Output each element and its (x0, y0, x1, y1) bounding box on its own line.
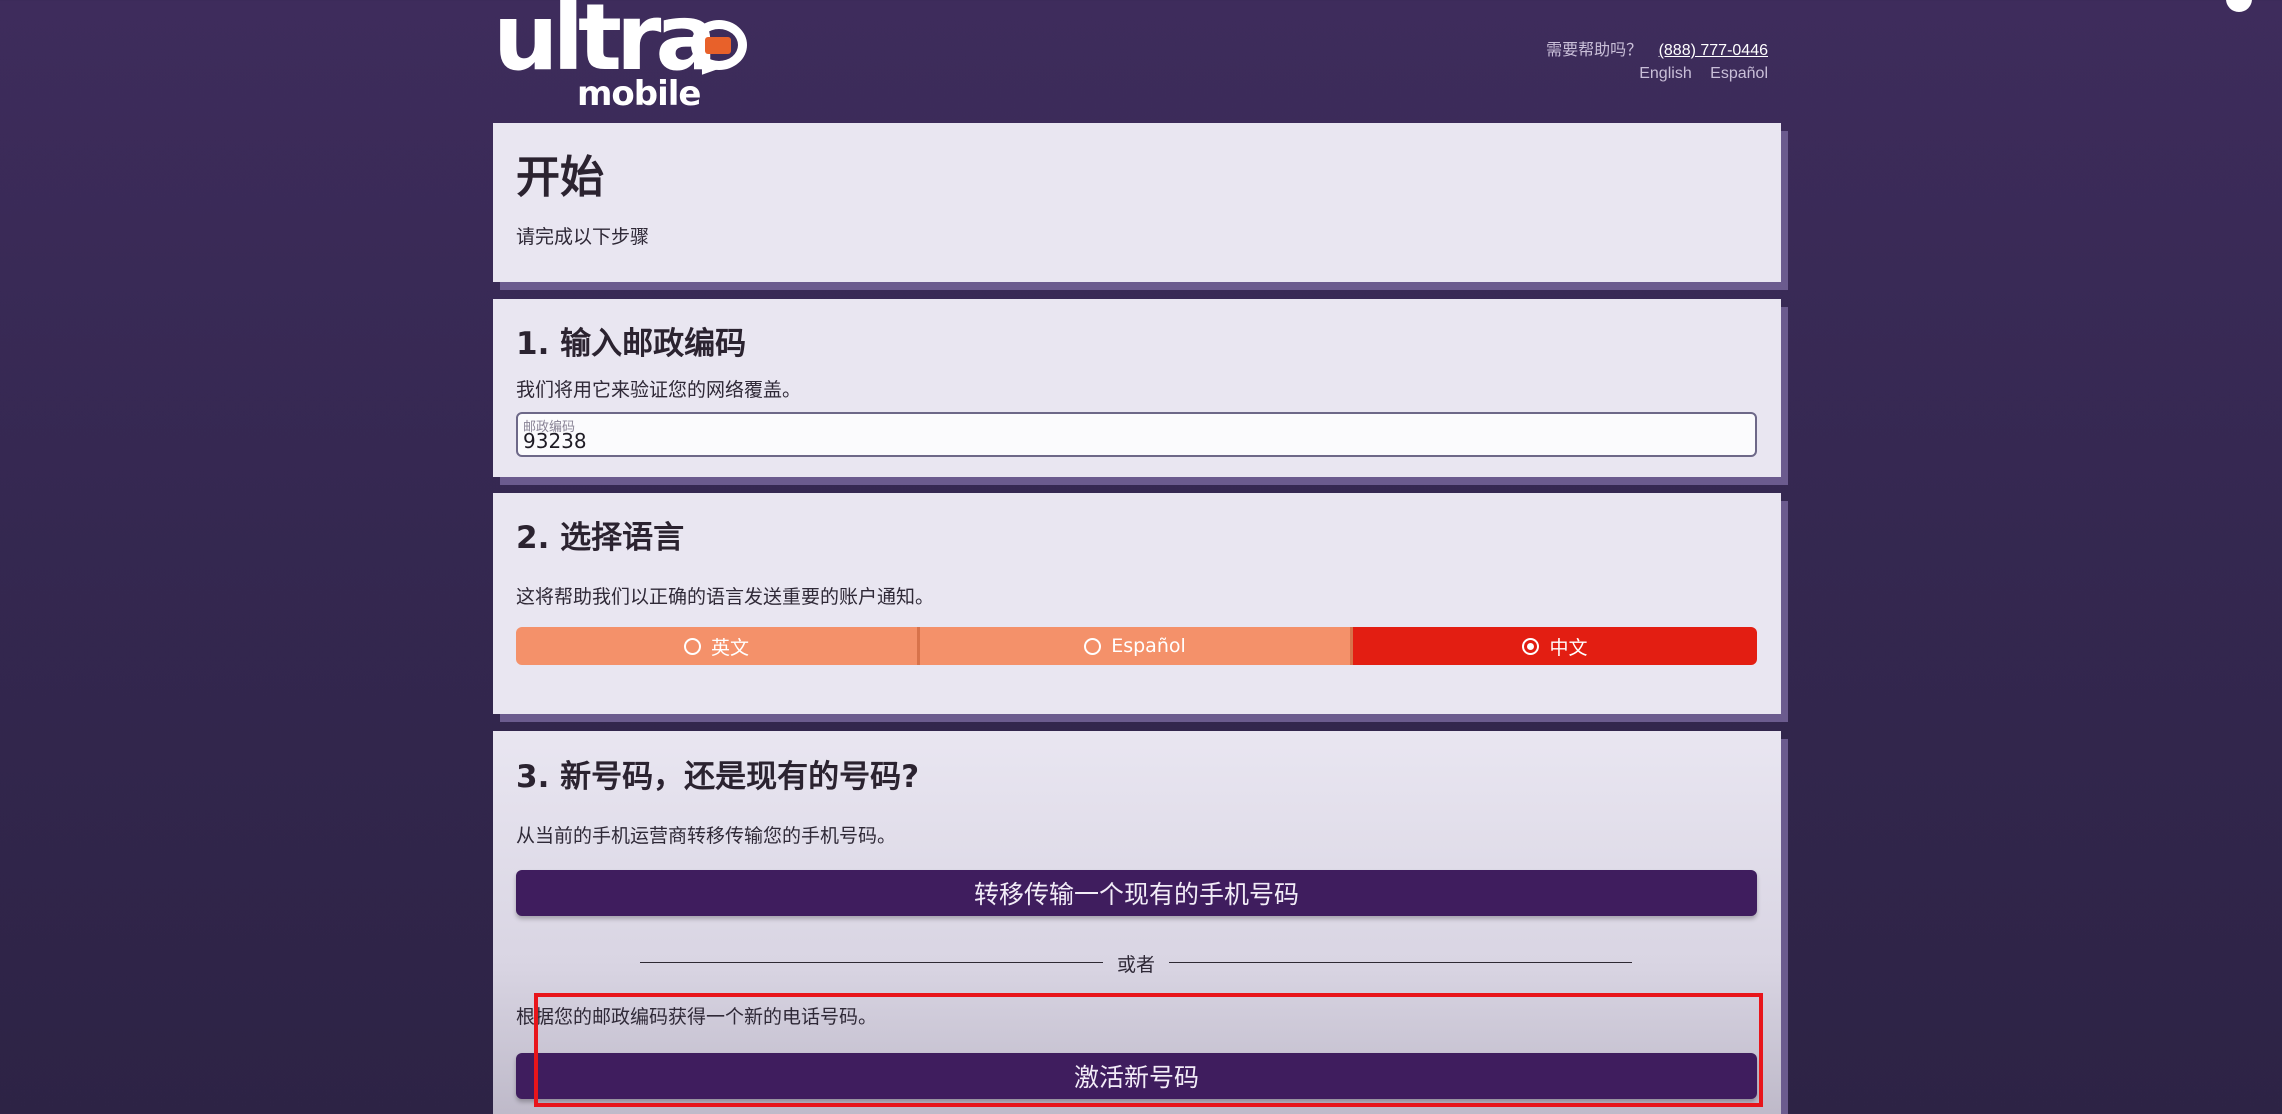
divider-line-left (640, 962, 1103, 963)
intro-card: 开始 请完成以下步骤 (493, 123, 1781, 282)
highlight-annotation-box (534, 993, 1763, 1107)
step1-title: 1. 输入邮政编码 (516, 326, 747, 362)
language-option-english[interactable]: 英文 (516, 627, 920, 665)
radio-selected-icon (1522, 637, 1540, 655)
radio-icon (683, 637, 701, 655)
language-links: English Español (1639, 65, 1768, 83)
transfer-number-button[interactable]: 转移传输一个现有的手机号码 (516, 870, 1757, 916)
zip-code-input[interactable] (523, 429, 1123, 453)
sim-chip-icon (705, 37, 731, 54)
step2-card: 2. 选择语言 这将帮助我们以正确的语言发送重要的账户通知。 英文 Españo… (493, 493, 1781, 714)
divider-line-right (1169, 962, 1632, 963)
option-label: Español (1111, 635, 1186, 657)
step1-card: 1. 输入邮政编码 我们将用它来验证您的网络覆盖。 邮政编码 (493, 299, 1781, 477)
step2-description: 这将帮助我们以正确的语言发送重要的账户通知。 (516, 586, 935, 608)
transfer-description: 从当前的手机运营商转移传输您的手机号码。 (516, 825, 897, 847)
page-title: 开始 (516, 152, 604, 203)
radio-icon (1084, 637, 1102, 655)
lang-link-espanol[interactable]: Español (1710, 65, 1768, 82)
language-selector: 英文 Español 中文 (516, 627, 1757, 665)
step2-title: 2. 选择语言 (516, 520, 685, 556)
help-phone-link[interactable]: (888) 777-0446 (1659, 42, 1768, 59)
page-container: ultra mobile 需要帮助吗？ (888) 777-0446 Engli… (493, 0, 1781, 1114)
page-subtitle: 请完成以下步骤 (516, 226, 650, 248)
step1-description: 我们将用它来验证您的网络覆盖。 (516, 379, 802, 401)
ultra-mobile-logo[interactable]: ultra mobile (493, 0, 773, 115)
language-option-chinese[interactable]: 中文 (1353, 627, 1757, 665)
or-divider: 或者 (493, 950, 1781, 976)
language-option-spanish[interactable]: Español (920, 627, 1353, 665)
step3-title: 3. 新号码，还是现有的号码? (516, 759, 920, 795)
help-line: 需要帮助吗？ (888) 777-0446 (1546, 36, 1768, 60)
option-label: 中文 (1549, 636, 1588, 659)
logo-wordmark: ultra (493, 0, 717, 91)
zip-code-field[interactable]: 邮政编码 (516, 412, 1757, 457)
logo-subtext: mobile (577, 74, 701, 114)
or-text: 或者 (1117, 954, 1156, 976)
help-prompt: 需要帮助吗？ (1546, 42, 1643, 59)
option-label: 英文 (710, 636, 749, 659)
site-header: ultra mobile 需要帮助吗？ (888) 777-0446 Engli… (493, 0, 1781, 123)
corner-indicator (2226, 0, 2252, 12)
lang-link-english[interactable]: English (1639, 65, 1691, 82)
